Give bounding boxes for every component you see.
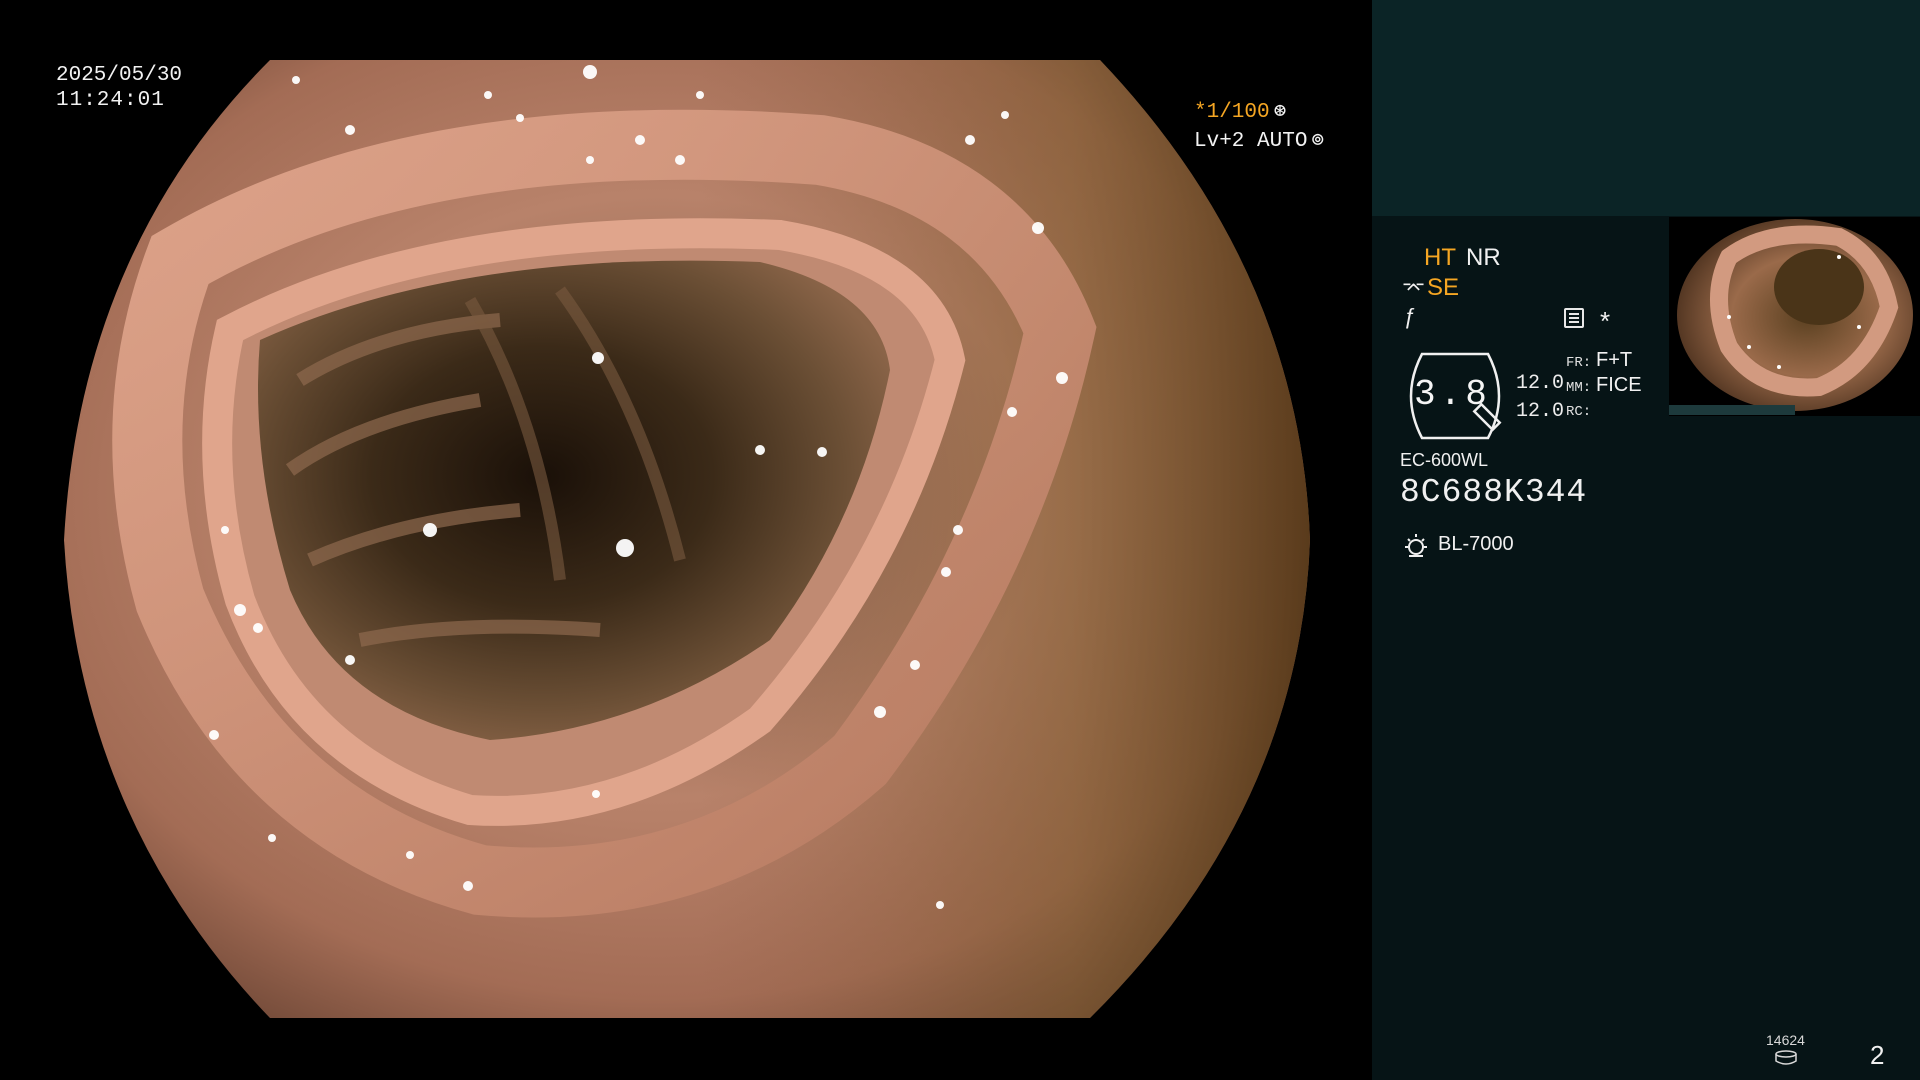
- endoscope-view: 2025/05/30 11:24:01 *1/100 ⊛ Lv+2 AUTO ⊚: [0, 0, 1372, 1080]
- patient-info-area: [1372, 0, 1920, 216]
- iris-icon: ⊚: [1311, 130, 1325, 153]
- ht-label: HT: [1424, 244, 1456, 271]
- se-label: SE: [1427, 274, 1460, 301]
- exam-date: 2025/05/30: [56, 64, 183, 87]
- page-number: 2: [1870, 1040, 1885, 1070]
- iris-value: Lv+2 AUTO: [1194, 130, 1308, 153]
- captured-thumbnail[interactable]: [1669, 217, 1920, 416]
- scope-serial: 8C688K344: [1400, 474, 1588, 511]
- thumbnail-bar: [1669, 405, 1795, 415]
- mm-label: MM:: [1566, 380, 1592, 396]
- light-source: BL-7000: [1438, 533, 1514, 555]
- value-1: 12.0: [1516, 372, 1565, 395]
- exam-time: 11:24:01: [56, 89, 165, 112]
- scope-icon: ⌤: [1402, 278, 1426, 300]
- fr-value: F+T: [1596, 349, 1633, 371]
- lamp-icon: [1405, 534, 1427, 557]
- value-2: 12.0: [1516, 400, 1565, 423]
- scope-model: EC-600WL: [1400, 450, 1489, 470]
- gauge-value: 3.8: [1414, 374, 1491, 415]
- f-icon: ƒ: [1404, 304, 1417, 329]
- fr-label: FR:: [1566, 355, 1592, 371]
- image-counter: 14624: [1766, 1032, 1805, 1048]
- rc-label: RC:: [1566, 404, 1592, 420]
- endoscopic-image: [64, 60, 1310, 1018]
- shutter-value: *1/100: [1194, 101, 1270, 124]
- enhancement-status: HT NR: [1424, 244, 1501, 272]
- nr-label: NR: [1466, 244, 1501, 271]
- disk-icon: [1775, 1050, 1797, 1065]
- shutter-mode-icon: ⊛: [1273, 101, 1287, 124]
- structure-enhancement: ⌤SE: [1402, 274, 1459, 302]
- menu-icon: [1564, 308, 1584, 328]
- info-panel: HT NR ⌤SE ƒ * 3.8 12.0 12.0 FR: F+T MM: F…: [1372, 0, 1920, 1080]
- mm-value: FICE: [1596, 374, 1642, 396]
- shutter-indicator: *1/100 ⊛: [1194, 98, 1286, 124]
- asterisk-icon: *: [1600, 306, 1611, 336]
- thumbnail-image: [1677, 219, 1913, 411]
- iris-indicator: Lv+2 AUTO ⊚: [1194, 127, 1324, 153]
